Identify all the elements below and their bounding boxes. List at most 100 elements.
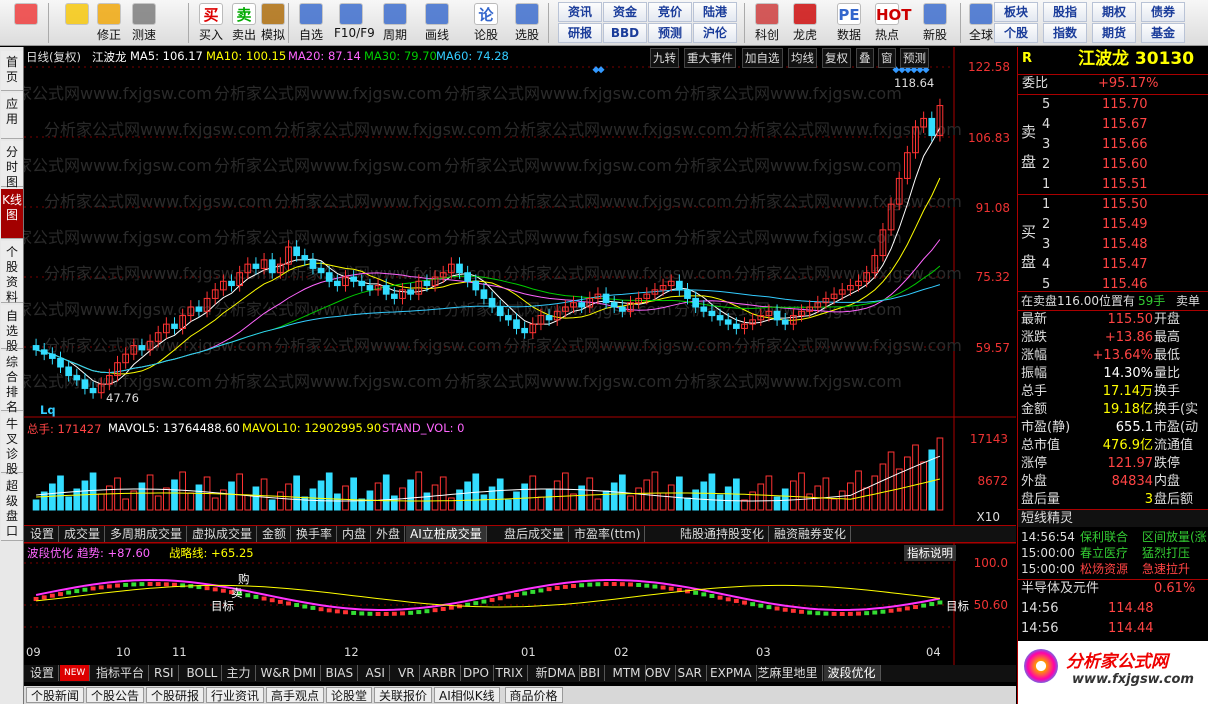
volume-tab-金额[interactable]: 金额 bbox=[258, 526, 292, 542]
toolbar-small-指数[interactable]: 指数 bbox=[1043, 23, 1087, 43]
news-tab-商品价格[interactable]: 商品价格 bbox=[504, 687, 563, 703]
toolbar-small-基金[interactable]: 基金 bbox=[1141, 23, 1185, 43]
jingling-event[interactable]: 15:00:00 松炀资源 急速拉升 bbox=[1018, 560, 1208, 578]
news-tab-高手观点[interactable]: 高手观点 bbox=[266, 687, 325, 703]
indicator-tab-BOLL[interactable]: BOLL bbox=[183, 665, 223, 681]
volume-tab-外盘[interactable]: 外盘 bbox=[372, 526, 406, 542]
toolbar-button-画线[interactable]: 画线 bbox=[420, 1, 454, 45]
toolbar-small-沪伦[interactable]: 沪伦 bbox=[693, 23, 737, 43]
chart-canvas[interactable]: 分析家公式网www.fxjgsw.com分析家公式网www.fxjgsw.com… bbox=[24, 47, 1016, 667]
toolbar-button-修正[interactable]: 修正 bbox=[92, 1, 126, 45]
volume-tab-虚拟成交量[interactable]: 虚拟成交量 bbox=[188, 526, 258, 542]
toolbar-button-热点[interactable]: HOT 热点 bbox=[870, 1, 912, 45]
news-tab-AI相似K线[interactable]: AI相似K线 bbox=[434, 687, 500, 703]
indicator-tab-BIAS[interactable]: BIAS bbox=[322, 665, 359, 681]
left-tab-K线图[interactable]: K线图 bbox=[1, 189, 23, 239]
chart-button-叠[interactable]: 叠 bbox=[856, 48, 874, 68]
indicator-tab-SAR[interactable]: SAR bbox=[674, 665, 707, 681]
indicator-tab-芝麻里地里[interactable]: 芝麻里地里 bbox=[754, 665, 823, 681]
chart-button-九转[interactable]: 九转 bbox=[650, 48, 679, 68]
kline-chart-area[interactable]: 分析家公式网www.fxjgsw.com分析家公式网www.fxjgsw.com… bbox=[24, 47, 1016, 682]
toolbar-small-资金[interactable]: 资金 bbox=[603, 2, 647, 22]
toolbar-button-模拟[interactable]: 模拟 bbox=[256, 1, 290, 45]
volume-tab-换手率[interactable]: 换手率 bbox=[292, 526, 338, 542]
toolbar-small-股指[interactable]: 股指 bbox=[1043, 2, 1087, 22]
indicator-tab-TRIX[interactable]: TRIX bbox=[492, 665, 528, 681]
toolbar-button-论股[interactable]: 论论股 bbox=[469, 1, 503, 45]
indicator-tab-VR[interactable]: VR bbox=[394, 665, 420, 681]
indicator-tab-ARBR[interactable]: ARBR bbox=[419, 665, 462, 681]
indicator-tab-设置[interactable]: 设置 bbox=[26, 665, 60, 681]
toolbar-button-科创[interactable]: 科创 bbox=[750, 1, 784, 45]
left-tab-个股资料[interactable]: 个股资料 bbox=[1, 241, 23, 304]
left-tab-综合排名[interactable]: 综合排名 bbox=[1, 351, 23, 414]
volume-tab-盘后成交量[interactable]: 盘后成交量 bbox=[500, 526, 570, 542]
toolbar-button-自选[interactable]: 自选 bbox=[294, 1, 328, 45]
news-tab-关联报价[interactable]: 关联报价 bbox=[374, 687, 433, 703]
volume-bar bbox=[342, 485, 349, 511]
toolbar-small-资讯[interactable]: 资讯 bbox=[558, 2, 602, 22]
indicator-tab-MTM[interactable]: MTM bbox=[609, 665, 646, 681]
left-tab-分时图[interactable]: 分时图 bbox=[1, 141, 23, 189]
volume-tab-市盈率(ttm)[interactable]: 市盈率(ttm) bbox=[570, 526, 646, 542]
news-tab-个股公告[interactable]: 个股公告 bbox=[86, 687, 145, 703]
news-tab-行业资讯[interactable]: 行业资讯 bbox=[206, 687, 265, 703]
indicator-tab-OBV[interactable]: OBV bbox=[641, 665, 676, 681]
volume-tab-多周期成交量[interactable]: 多周期成交量 bbox=[106, 526, 188, 542]
toolbar-button-买入[interactable]: 买买入 bbox=[194, 1, 228, 45]
volume-tab-陆股通持股变化[interactable]: 陆股通持股变化 bbox=[676, 526, 770, 542]
chart-button-复权[interactable]: 复权 bbox=[822, 48, 851, 68]
toolbar-button-龙虎[interactable]: 龙虎 bbox=[788, 1, 822, 45]
indicator-help-button[interactable]: 指标说明 bbox=[904, 545, 956, 561]
volume-tab-设置[interactable]: 设置 bbox=[26, 526, 60, 542]
toolbar-small-竞价[interactable]: 竞价 bbox=[648, 2, 692, 22]
volume-tab-成交量[interactable]: 成交量 bbox=[60, 526, 106, 542]
left-tab-应用[interactable]: 应用 bbox=[1, 93, 23, 139]
volume-tab-bar: 设置 成交量 多周期成交量 虚拟成交量 金额 换手率 内盘 外盘 AI立桩成交量 盘后成交量 市盈率… bbox=[24, 525, 1016, 543]
indicator-tab-EXPMA[interactable]: EXPMA bbox=[706, 665, 757, 681]
toolbar-small-预测[interactable]: 预测 bbox=[648, 23, 692, 43]
indicator-tab-DMI[interactable]: DMI bbox=[289, 665, 322, 681]
toolbar-small-板块[interactable]: 板块 bbox=[994, 2, 1038, 22]
toolbar-button-全球[interactable]: 全球 bbox=[964, 1, 998, 45]
toolbar-button-选股[interactable]: 选股 bbox=[510, 1, 544, 45]
toolbar-small-期货[interactable]: 期货 bbox=[1092, 23, 1136, 43]
toolbar-button-windows-logo-icon[interactable] bbox=[4, 1, 48, 45]
chart-button-重大事件[interactable]: 重大事件 bbox=[684, 48, 736, 68]
volume-tab-内盘[interactable]: 内盘 bbox=[338, 526, 372, 542]
left-tab-自选股[interactable]: 自选股 bbox=[1, 305, 23, 353]
candle-body bbox=[602, 293, 610, 304]
toolbar-small-研报[interactable]: 研报 bbox=[558, 23, 602, 43]
indicator-tab-ASI[interactable]: ASI bbox=[362, 665, 390, 681]
toolbar-button-测速[interactable]: 测速 bbox=[127, 1, 161, 45]
indicator-tab-主力[interactable]: 主力 bbox=[223, 665, 256, 681]
toolbar-small-BBD[interactable]: BBD bbox=[603, 23, 647, 43]
toolbar-small-债券[interactable]: 债券 bbox=[1141, 2, 1185, 22]
indicator-tab-新DMA[interactable]: 新DMA bbox=[532, 665, 581, 681]
volume-tab-融资融券变化[interactable]: 融资融券变化 bbox=[770, 526, 852, 542]
jingling-title[interactable]: 短线精灵 bbox=[1021, 510, 1073, 528]
toolbar-small-期权[interactable]: 期权 bbox=[1092, 2, 1136, 22]
toolbar-small-陆港[interactable]: 陆港 bbox=[693, 2, 737, 22]
chart-button-加自选[interactable]: 加自选 bbox=[742, 48, 783, 68]
toolbar-button-新股[interactable]: 新股 bbox=[918, 1, 952, 45]
volume-tab-AI立桩成交量[interactable]: AI立桩成交量 bbox=[406, 526, 487, 542]
left-tab-牛叉诊股[interactable]: 牛叉诊股 bbox=[1, 413, 23, 476]
left-tab-首页[interactable]: 首页 bbox=[1, 51, 23, 91]
toolbar-button-F10/F9[interactable]: F10/F9 bbox=[334, 1, 375, 45]
indicator-tab-指标平台[interactable]: 指标平台 bbox=[92, 665, 150, 681]
news-tab-个股新闻[interactable]: 个股新闻 bbox=[26, 687, 85, 703]
chart-button-预测[interactable]: 预测 bbox=[900, 48, 929, 68]
toolbar-button-数据[interactable]: PE 数据 bbox=[832, 1, 866, 45]
toolbar-button-周期[interactable]: 周期 bbox=[378, 1, 412, 45]
indicator-tab-RSI[interactable]: RSI bbox=[150, 665, 179, 681]
indicator-tab-波段优化[interactable]: 波段优化 bbox=[823, 665, 881, 681]
left-tab-超级盘口[interactable]: 超级盘口 bbox=[1, 475, 23, 541]
indicator-tab-BBI[interactable]: BBI bbox=[576, 665, 606, 681]
news-tab-论股堂[interactable]: 论股堂 bbox=[326, 687, 373, 703]
chart-button-均线[interactable]: 均线 bbox=[788, 48, 817, 68]
news-tab-个股研报[interactable]: 个股研报 bbox=[146, 687, 205, 703]
chart-button-窗[interactable]: 窗 bbox=[878, 48, 896, 68]
toolbar-small-个股[interactable]: 个股 bbox=[994, 23, 1038, 43]
indicator-tab-DPO[interactable]: DPO bbox=[459, 665, 494, 681]
